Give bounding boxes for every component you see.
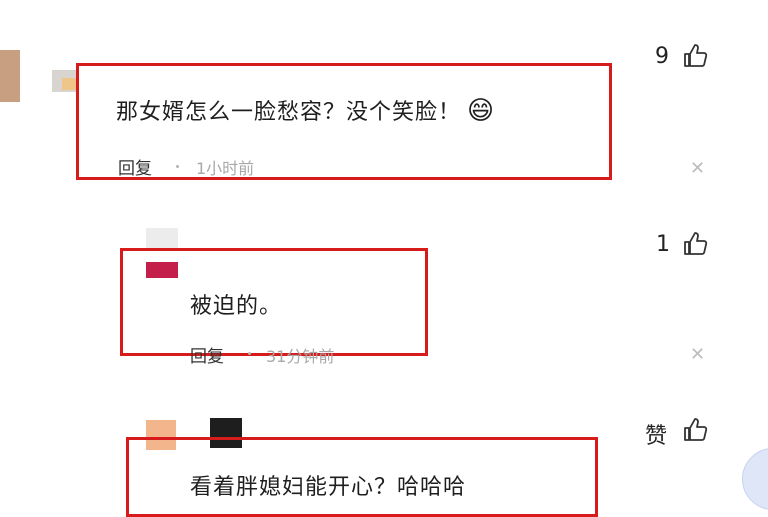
comment-text: 那女婿怎么一脸愁容？没个笑脸！ 😄 (116, 96, 496, 126)
avatar-badge (62, 78, 76, 90)
comment-text: 看着胖媳妇能开心？哈哈哈 (190, 475, 467, 500)
avatar[interactable] (0, 50, 20, 102)
separator-dot (176, 165, 179, 168)
avatar[interactable] (146, 228, 178, 250)
reply-button[interactable]: 回复 (118, 154, 152, 179)
thumbs-up-icon[interactable] (681, 416, 709, 448)
close-icon[interactable]: ✕ (690, 158, 705, 179)
floating-action-button[interactable] (742, 448, 768, 510)
timestamp: 31分钟前 (266, 347, 335, 366)
thumbs-up-icon[interactable] (681, 230, 709, 262)
separator-dot (248, 352, 251, 355)
comment-text: 被迫的。 (190, 294, 283, 319)
laughing-emoji-icon: 😄 (467, 96, 496, 126)
reply-button[interactable]: 回复 (190, 342, 224, 367)
like-count: 9 (655, 44, 669, 69)
timestamp: 1小时前 (196, 159, 255, 178)
thumbs-up-icon[interactable] (681, 42, 709, 74)
like-button-label[interactable]: 赞 (645, 418, 667, 450)
like-count: 1 (656, 232, 670, 257)
close-icon[interactable]: ✕ (690, 344, 705, 365)
